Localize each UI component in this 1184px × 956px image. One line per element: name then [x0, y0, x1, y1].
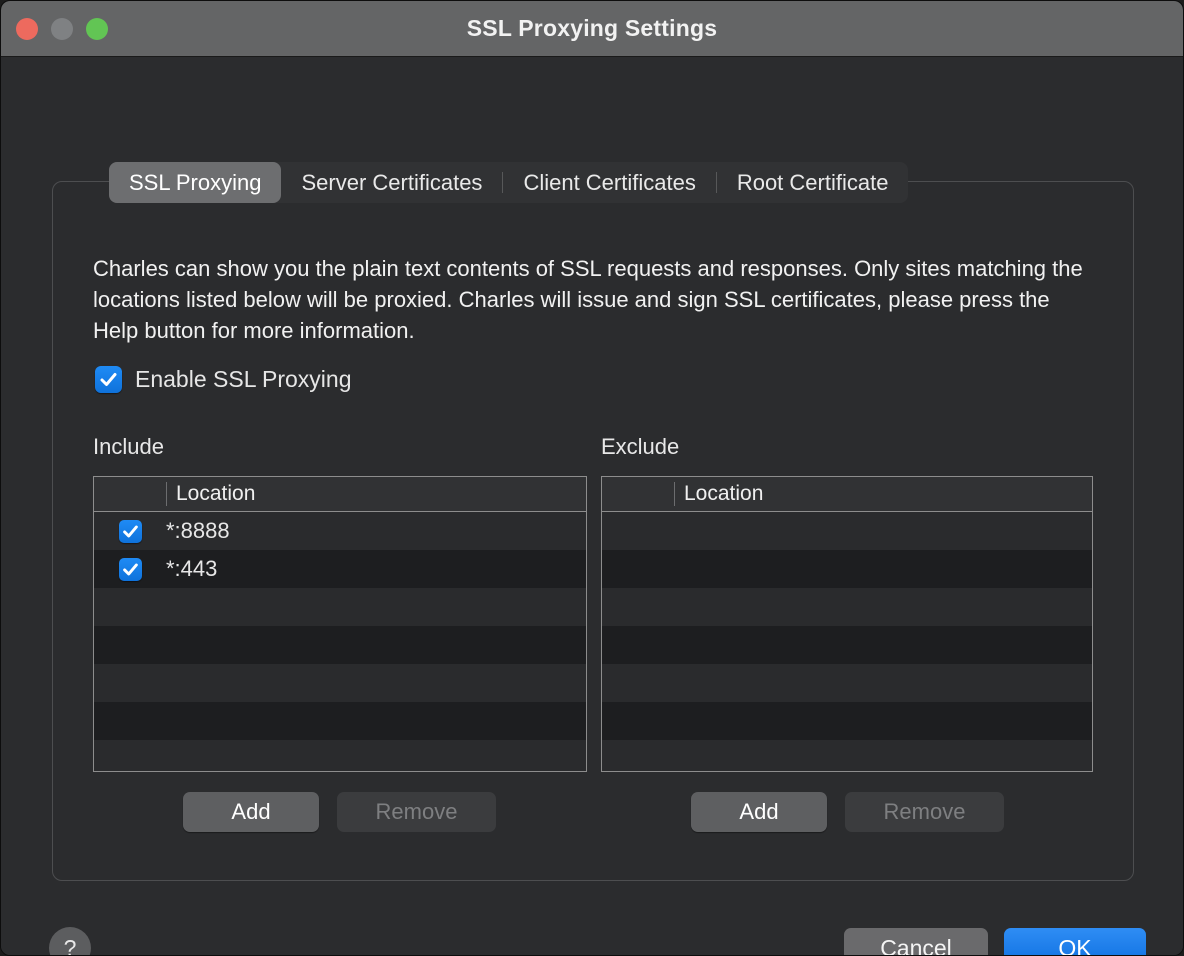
- table-row-empty[interactable]: [94, 626, 586, 664]
- window-title: SSL Proxying Settings: [466, 15, 718, 41]
- table-row-empty[interactable]: [602, 550, 1092, 588]
- table-row-empty[interactable]: [602, 512, 1092, 550]
- row-checkbox[interactable]: [118, 557, 142, 581]
- table-row-empty[interactable]: [94, 702, 586, 740]
- table-row-empty[interactable]: [94, 740, 586, 771]
- tab-ssl-proxying[interactable]: SSL Proxying: [109, 162, 282, 203]
- table-row[interactable]: *:443: [94, 550, 586, 588]
- table-row-empty[interactable]: [602, 626, 1092, 664]
- tab-label: Server Certificates: [301, 169, 483, 195]
- include-table[interactable]: Location *:8888 *:443: [93, 476, 587, 772]
- include-add-button[interactable]: Add: [183, 792, 319, 832]
- enable-ssl-proxying-checkbox[interactable]: [95, 366, 122, 393]
- exclude-header-checkbox-column: [602, 477, 674, 511]
- table-row-empty[interactable]: [602, 740, 1092, 771]
- include-table-rows: *:8888 *:443: [94, 512, 586, 771]
- tab-bar: SSL Proxying Server Certificates Client …: [109, 162, 909, 203]
- cancel-button[interactable]: Cancel: [844, 928, 988, 955]
- table-row-empty[interactable]: [602, 588, 1092, 626]
- exclude-table-header: Location: [602, 477, 1092, 512]
- row-checkbox-cell[interactable]: [94, 519, 166, 543]
- description-text: Charles can show you the plain text cont…: [93, 256, 1083, 343]
- row-checkbox-cell[interactable]: [94, 557, 166, 581]
- table-row-empty[interactable]: [602, 664, 1092, 702]
- table-row-empty[interactable]: [94, 588, 586, 626]
- tab-server-certificates[interactable]: Server Certificates: [281, 162, 502, 203]
- tab-client-certificates[interactable]: Client Certificates: [503, 162, 715, 203]
- include-remove-button[interactable]: Remove: [337, 792, 496, 832]
- enable-ssl-proxying-label: Enable SSL Proxying: [135, 366, 352, 392]
- exclude-table-rows: [602, 512, 1092, 771]
- ssl-proxying-settings-window: SSL Proxying Settings SSL Proxying Serve…: [0, 0, 1184, 956]
- row-location-value: *:8888: [166, 518, 230, 543]
- exclude-remove-button[interactable]: Remove: [845, 792, 1004, 832]
- tab-label: Root Certificate: [736, 169, 889, 195]
- enable-ssl-proxying-row[interactable]: Enable SSL Proxying: [95, 366, 352, 393]
- table-row[interactable]: *:8888: [94, 512, 586, 550]
- row-location-value: *:443: [166, 556, 218, 581]
- ok-button[interactable]: OK: [1004, 928, 1146, 955]
- exclude-add-button[interactable]: Add: [691, 792, 827, 832]
- help-button[interactable]: ?: [49, 927, 91, 955]
- exclude-column-header-location: Location: [684, 482, 764, 505]
- dialog-body: SSL Proxying Server Certificates Client …: [1, 57, 1183, 955]
- include-header-checkbox-column: [94, 477, 166, 511]
- table-row-empty[interactable]: [94, 664, 586, 702]
- tab-root-certificate[interactable]: Root Certificate: [717, 162, 909, 203]
- table-row-empty[interactable]: [602, 702, 1092, 740]
- window-titlebar: SSL Proxying Settings: [1, 1, 1183, 57]
- tab-label: SSL Proxying: [129, 169, 262, 195]
- include-column-header-location: Location: [176, 482, 256, 505]
- include-table-header: Location: [94, 477, 586, 512]
- exclude-section-title: Exclude: [601, 434, 680, 459]
- exclude-table[interactable]: Location: [601, 476, 1093, 772]
- row-checkbox[interactable]: [118, 519, 142, 543]
- tab-label: Client Certificates: [523, 169, 696, 195]
- include-section-title: Include: [93, 434, 164, 459]
